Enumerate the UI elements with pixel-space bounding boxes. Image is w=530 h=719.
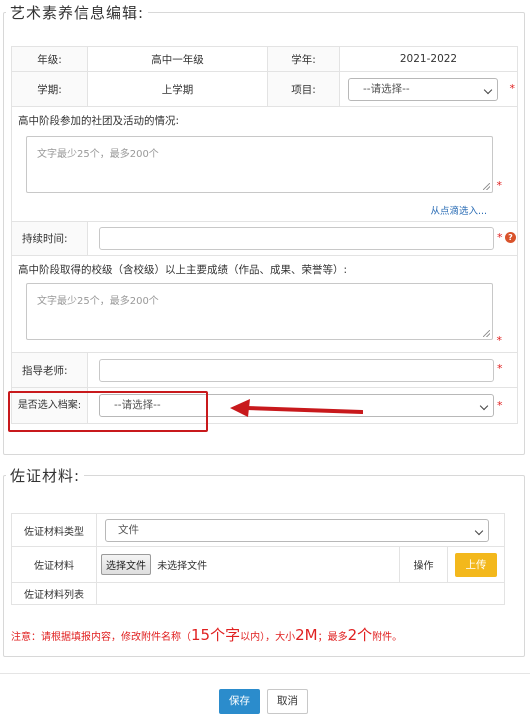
clubs-textarea[interactable]: 文字最少25个，最多200个 xyxy=(26,136,493,193)
cancel-button[interactable]: 取消 xyxy=(267,689,308,714)
upload-notice: 注意：请根据填报内容，修改附件名称（15个字以内），大小2M；最多2个附件。 xyxy=(11,624,402,645)
term-value: 上学期 xyxy=(87,71,268,107)
save-button[interactable]: 保存 xyxy=(219,689,260,714)
operation-label: 操作 xyxy=(399,546,448,583)
clubs-label: 高中阶段参加的社团及活动的情况: xyxy=(18,115,180,127)
help-icon[interactable]: ? xyxy=(505,232,516,243)
evidence-file-row: 佐证材料 选择文件 未选择文件 操作 上传 xyxy=(11,546,505,583)
resize-handle-icon[interactable] xyxy=(483,330,490,337)
required-mark: * xyxy=(497,362,503,375)
evidence-table: 佐证材料类型 文件 佐证材料 选择文件 未选择文件 操作 上传 佐证材料列表 xyxy=(11,513,505,605)
evidence-list-row: 佐证材料列表 xyxy=(11,582,505,605)
year-value: 2021-2022 xyxy=(339,46,518,72)
required-mark: * xyxy=(496,179,503,192)
notice-text: 以内），大小 xyxy=(240,632,296,643)
annotation-arrow-icon xyxy=(230,399,363,417)
clubs-placeholder: 文字最少25个，最多200个 xyxy=(37,149,159,160)
pick-from-records-link[interactable]: 从点滴选入... xyxy=(430,203,487,217)
grade-label: 年级: xyxy=(11,46,88,72)
notice-emphasis: 2个 xyxy=(347,626,373,644)
chevron-down-icon xyxy=(474,526,484,535)
upload-button[interactable]: 上传 xyxy=(455,552,497,577)
clubs-row: 高中阶段参加的社团及活动的情况: 文字最少25个，最多200个 * 从点滴选入.… xyxy=(11,106,518,222)
chevron-down-icon xyxy=(479,401,489,411)
section-title-art-info: 艺术素养信息编辑: xyxy=(6,2,149,23)
art-info-table: 年级: 高中一年级 学年: 2021-2022 学期: 上学期 项目: --请选… xyxy=(11,46,518,424)
footer-divider xyxy=(0,673,530,674)
teacher-label: 指导老师: xyxy=(11,352,88,388)
evidence-type-row: 佐证材料类型 文件 xyxy=(11,513,505,547)
evidence-type-value: 文件 xyxy=(118,523,139,536)
evidence-list-content xyxy=(96,582,505,605)
required-mark: * xyxy=(497,399,503,412)
project-select-value: --请选择-- xyxy=(363,82,410,95)
term-project-row: 学期: 上学期 项目: --请选择-- * xyxy=(11,71,518,107)
project-select[interactable]: --请选择-- xyxy=(348,77,498,101)
notice-text: 附件。 xyxy=(372,632,403,643)
term-label: 学期: xyxy=(11,71,88,107)
achievements-row: 高中阶段取得的校级（含校级）以上主要成绩（作品、成果、荣誉等）: 文字最少25个… xyxy=(11,255,518,353)
evidence-list-label: 佐证材料列表 xyxy=(11,582,97,605)
teacher-row: 指导老师: * xyxy=(11,352,518,388)
grade-year-row: 年级: 高中一年级 学年: 2021-2022 xyxy=(11,46,518,72)
section-title-evidence: 佐证材料: xyxy=(6,465,85,486)
notice-emphasis: 2M xyxy=(295,626,318,644)
evidence-type-select[interactable]: 文件 xyxy=(105,518,489,542)
achievements-textarea[interactable]: 文字最少25个，最多200个 xyxy=(26,283,493,340)
notice-text: ；最多 xyxy=(317,632,348,643)
required-mark: * xyxy=(497,231,503,244)
required-mark: * xyxy=(509,82,516,95)
achievements-label: 高中阶段取得的校级（含校级）以上主要成绩（作品、成果、荣誉等）: xyxy=(18,264,348,276)
notice-text: 注意：请根据填报内容，修改附件名称（ xyxy=(11,632,191,643)
resize-handle-icon[interactable] xyxy=(483,183,490,190)
duration-label: 持续时间: xyxy=(11,221,88,256)
evidence-file-label: 佐证材料 xyxy=(11,546,97,583)
chevron-down-icon xyxy=(483,85,493,94)
annotation-highlight-box xyxy=(8,391,208,432)
grade-value: 高中一年级 xyxy=(87,46,268,72)
no-file-text: 未选择文件 xyxy=(157,561,208,572)
achievements-placeholder: 文字最少25个，最多200个 xyxy=(37,296,159,307)
teacher-input[interactable] xyxy=(99,358,494,382)
duration-row: 持续时间: * ? xyxy=(11,221,518,256)
year-label: 学年: xyxy=(267,46,340,72)
evidence-type-label: 佐证材料类型 xyxy=(11,513,97,547)
required-mark: * xyxy=(496,334,503,347)
duration-input[interactable] xyxy=(99,227,494,250)
notice-emphasis: 15个字 xyxy=(191,626,241,644)
project-label: 项目: xyxy=(267,71,340,107)
choose-file-button[interactable]: 选择文件 xyxy=(101,554,151,575)
